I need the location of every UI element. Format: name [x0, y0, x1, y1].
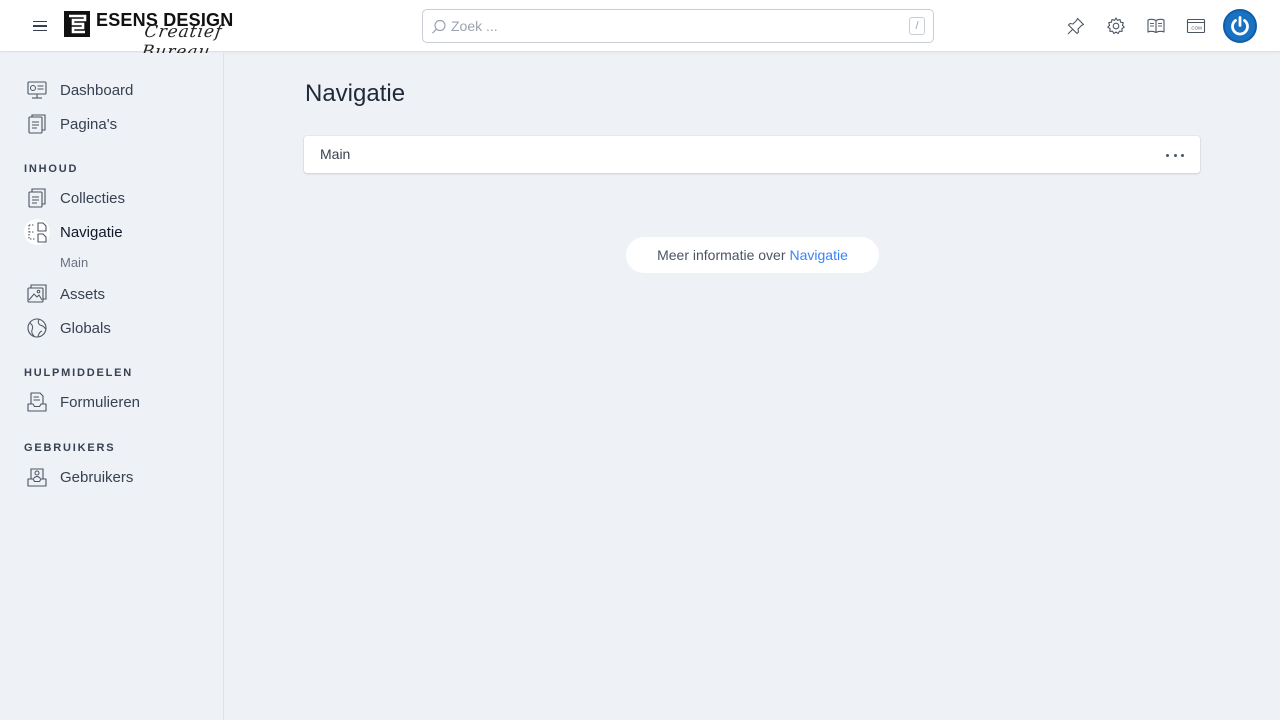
section-heading-tools: HULPMIDDELEN — [24, 367, 133, 379]
sidebar-item-label: Formulieren — [60, 393, 141, 411]
sidebar-item-label: Navigatie — [60, 223, 123, 241]
book-icon[interactable] — [1146, 16, 1166, 36]
search-box: / — [422, 9, 934, 43]
sidebar-item-pages[interactable]: Pagina's — [24, 111, 117, 137]
pages-icon — [28, 114, 46, 134]
sidebar-item-label: Assets — [60, 285, 106, 303]
sidebar-item-globals[interactable]: Globals — [24, 315, 111, 341]
sidebar-item-dashboard[interactable]: Dashboard — [24, 77, 133, 103]
top-header: ESENS DESIGN Creatief Bureau / .COM — [0, 0, 1280, 62]
pin-icon[interactable] — [1066, 16, 1086, 36]
svg-text:.COM: .COM — [1190, 26, 1202, 31]
sidebar-item-forms[interactable]: Formulieren — [24, 389, 140, 415]
search-icon — [432, 19, 446, 34]
sidebar-item-navigation[interactable]: Navigatie — [24, 219, 123, 245]
sidebar-item-assets[interactable]: Assets — [24, 281, 105, 307]
logo-mark-icon — [64, 11, 90, 37]
users-icon — [27, 468, 47, 487]
sidebar-item-label: Dashboard — [60, 81, 134, 99]
navigation-list-item[interactable]: Main — [304, 136, 1200, 173]
site-com-icon[interactable]: .COM — [1186, 16, 1206, 36]
collections-icon — [28, 188, 46, 208]
search-shortcut-key: / — [909, 17, 925, 35]
docs-info-pill: Meer informatie over Navigatie — [626, 237, 879, 273]
navigation-item-title: Main — [320, 146, 351, 162]
section-heading-users: GEBRUIKERS — [24, 442, 116, 454]
menu-toggle-icon[interactable] — [30, 17, 50, 35]
assets-icon — [27, 284, 47, 303]
power-icon — [1231, 16, 1249, 36]
docs-link[interactable]: Navigatie — [790, 247, 848, 263]
sidebar-item-label: Pagina's — [60, 115, 118, 133]
page-title: Navigatie — [305, 80, 406, 107]
sidebar-item-users[interactable]: Gebruikers — [24, 464, 133, 490]
sidebar-item-label: Globals — [60, 319, 111, 337]
sidebar-item-label: Collecties — [60, 189, 126, 207]
user-avatar[interactable] — [1223, 9, 1257, 43]
gear-icon[interactable] — [1106, 16, 1126, 36]
globals-icon — [27, 318, 47, 338]
section-heading-content: INHOUD — [24, 163, 79, 175]
sidebar-item-label: Gebruikers — [60, 468, 134, 486]
docs-info-text: Meer informatie over — [657, 247, 786, 263]
sidebar: Dashboard Pagina's INHOUD Collecties Nav… — [0, 53, 224, 720]
search-input[interactable] — [451, 10, 891, 42]
sidebar-subitem-main[interactable]: Main — [60, 255, 88, 270]
site-logo[interactable]: ESENS DESIGN Creatief Bureau — [63, 9, 295, 62]
dashboard-icon — [27, 81, 47, 99]
more-options-icon[interactable] — [1166, 147, 1184, 163]
forms-icon — [27, 392, 47, 412]
navigation-icon — [28, 222, 47, 243]
sidebar-item-collections[interactable]: Collecties — [24, 185, 125, 211]
